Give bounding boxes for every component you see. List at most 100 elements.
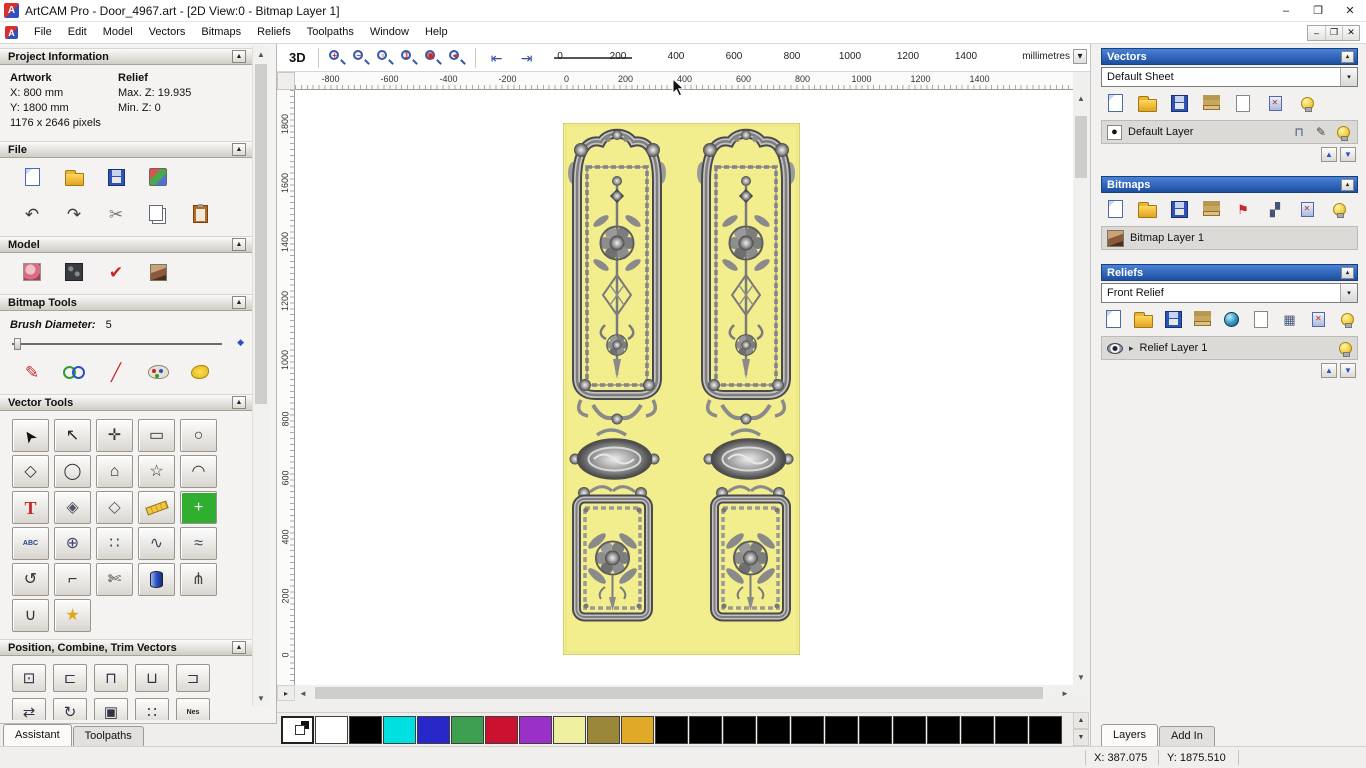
menu-file[interactable]: File — [26, 22, 60, 43]
fillet-tool[interactable]: ⌐ — [54, 563, 91, 596]
move-layer-up-icon[interactable]: ▲ — [1321, 147, 1337, 162]
scrollbar-thumb[interactable] — [315, 687, 1043, 699]
collapse-vectors-button[interactable]: ▴ — [1341, 50, 1354, 63]
select-vectors-tool[interactable]: ➤ — [12, 419, 49, 452]
load-clipart-icon[interactable] — [20, 260, 44, 284]
palette-swatch[interactable] — [723, 715, 756, 744]
palette-swatch[interactable] — [893, 715, 926, 744]
cut-icon[interactable]: ✂ — [104, 202, 128, 226]
scroll-down-icon[interactable]: ▼ — [1073, 669, 1089, 685]
palette-swatch[interactable] — [417, 715, 450, 744]
scroll-down-icon[interactable]: ▼ — [253, 690, 269, 706]
new-bitmap-layer-icon[interactable] — [1105, 199, 1125, 219]
copy-along-curve-tool[interactable]: ∿ — [138, 527, 175, 560]
curve-fit-tool[interactable]: ≈ — [180, 527, 217, 560]
collapse-position-button[interactable]: ▲ — [232, 641, 246, 654]
group-vectors-icon[interactable]: ▣ — [94, 698, 128, 720]
palette-swatch[interactable] — [655, 715, 688, 744]
create-polygon-tool[interactable]: ⌂ — [96, 455, 133, 488]
tab-add-in[interactable]: Add In — [1159, 726, 1215, 746]
sheet-select[interactable]: Default Sheet ▾ — [1101, 67, 1358, 87]
zoom-out-icon[interactable]: − — [351, 48, 371, 68]
smooth-relief-icon[interactable] — [1223, 309, 1240, 329]
wrap-sphere-tool[interactable]: ⊕ — [54, 527, 91, 560]
pane-splitter[interactable]: ▸ — [277, 685, 295, 701]
relief-layer-row[interactable]: ▸ Relief Layer 1 — [1101, 336, 1358, 360]
new-relief-layer-icon[interactable] — [1105, 309, 1122, 329]
create-freeform-tool[interactable]: ◇ — [12, 455, 49, 488]
move-layer-down-icon[interactable]: ▼ — [1340, 147, 1356, 162]
vector-doctor-tool[interactable]: ⋔ — [180, 563, 217, 596]
tab-layers[interactable]: Layers — [1101, 724, 1159, 746]
collapse-reliefs-button[interactable]: ▴ — [1341, 266, 1354, 279]
centre-in-page-icon[interactable]: ⊡ — [12, 664, 46, 692]
rotate-vectors-icon[interactable]: ↻ — [53, 698, 87, 720]
layer-lock-icon[interactable]: ⊓ — [1290, 124, 1308, 140]
palette-icon[interactable] — [146, 360, 170, 384]
collapse-model-button[interactable]: ▲ — [232, 238, 246, 251]
menu-toolpaths[interactable]: Toolpaths — [299, 22, 362, 43]
paint-pencil-icon[interactable]: ✎ — [20, 360, 44, 384]
palette-swatch[interactable] — [587, 715, 620, 744]
menu-vectors[interactable]: Vectors — [141, 22, 194, 43]
space-vectors-icon[interactable]: ∷ — [135, 698, 169, 720]
open-relief-layer-icon[interactable] — [1134, 309, 1153, 329]
relief-texture-icon[interactable] — [62, 260, 86, 284]
menu-reliefs[interactable]: Reliefs — [249, 22, 299, 43]
minimize-button[interactable]: – — [1270, 0, 1302, 22]
text-block-tool[interactable]: ABC — [12, 527, 49, 560]
save-model-icon[interactable] — [104, 165, 128, 189]
close-button[interactable]: ✕ — [1334, 0, 1366, 22]
collapse-vector-tools-button[interactable]: ▲ — [232, 396, 246, 409]
copy-icon[interactable] — [146, 202, 170, 226]
measure-tool[interactable] — [138, 491, 175, 524]
mdi-minimize-button[interactable]: – — [1308, 25, 1325, 40]
bitmap-flag-icon[interactable]: ⚑ — [1233, 199, 1253, 219]
primary-colour-swatch[interactable] — [281, 715, 314, 744]
align-bottom-icon[interactable]: ⊔ — [135, 664, 169, 692]
create-ellipse-tool[interactable]: ○ — [180, 419, 217, 452]
flood-fill-icon[interactable] — [188, 360, 212, 384]
bitmap-visibility-icon[interactable] — [1329, 199, 1349, 219]
palette-swatch[interactable] — [519, 715, 552, 744]
menu-help[interactable]: Help — [417, 22, 456, 43]
brush-diameter-slider[interactable] — [12, 335, 222, 351]
zoom-window-icon[interactable]: ▫ — [375, 48, 395, 68]
units-selector[interactable]: millimetres ▾ — [1022, 49, 1087, 64]
palette-swatch[interactable] — [995, 715, 1028, 744]
palette-swatch[interactable] — [553, 715, 586, 744]
scrollbar-thumb[interactable] — [1075, 116, 1087, 178]
merge-relief-layers-icon[interactable] — [1194, 309, 1211, 329]
canvas-view[interactable] — [295, 90, 1073, 685]
bitmap-layer-row[interactable]: Bitmap Layer 1 — [1101, 226, 1358, 250]
palette-swatch[interactable] — [757, 715, 790, 744]
align-top-icon[interactable]: ⊓ — [94, 664, 128, 692]
palette-swatch[interactable] — [485, 715, 518, 744]
undo-icon[interactable]: ↶ — [20, 202, 44, 226]
create-text-tool[interactable]: T — [12, 491, 49, 524]
sculpting-icon[interactable]: ✔ — [104, 260, 128, 284]
zoom-fit-icon[interactable]: ▣ — [423, 48, 443, 68]
new-sheet-icon[interactable] — [1233, 93, 1253, 113]
maximize-button[interactable]: ❐ — [1302, 0, 1334, 22]
palette-swatch[interactable] — [825, 715, 858, 744]
vector-layer-row[interactable]: ● Default Layer ⊓ ✎ — [1101, 120, 1358, 144]
open-bitmap-layer-icon[interactable] — [1137, 199, 1157, 219]
bitmap-pattern-icon[interactable]: ▞ — [1265, 199, 1285, 219]
expand-caret-icon[interactable]: ▸ — [1129, 343, 1134, 354]
relief-sheet-icon[interactable] — [1252, 309, 1269, 329]
save-vector-layer-icon[interactable] — [1169, 93, 1189, 113]
assistant-scrollbar[interactable]: ▲ ▼ — [252, 46, 269, 706]
align-right-icon[interactable]: ⊐ — [176, 664, 210, 692]
new-model-icon[interactable] — [20, 165, 44, 189]
scroll-up-icon[interactable]: ▲ — [1073, 90, 1089, 106]
colour-link-icon[interactable] — [62, 360, 86, 384]
redo-icon[interactable]: ↷ — [62, 202, 86, 226]
chevron-down-icon[interactable]: ▾ — [1340, 68, 1357, 86]
snap-grid-tool[interactable]: + — [180, 491, 217, 524]
zoom-previous-icon[interactable]: ◂ — [447, 48, 467, 68]
delete-bitmap-layer-icon[interactable] — [1297, 199, 1317, 219]
palette-swatch[interactable] — [315, 715, 348, 744]
new-vector-layer-icon[interactable] — [1105, 93, 1125, 113]
mirror-vectors-icon[interactable]: ⇄ — [12, 698, 46, 720]
